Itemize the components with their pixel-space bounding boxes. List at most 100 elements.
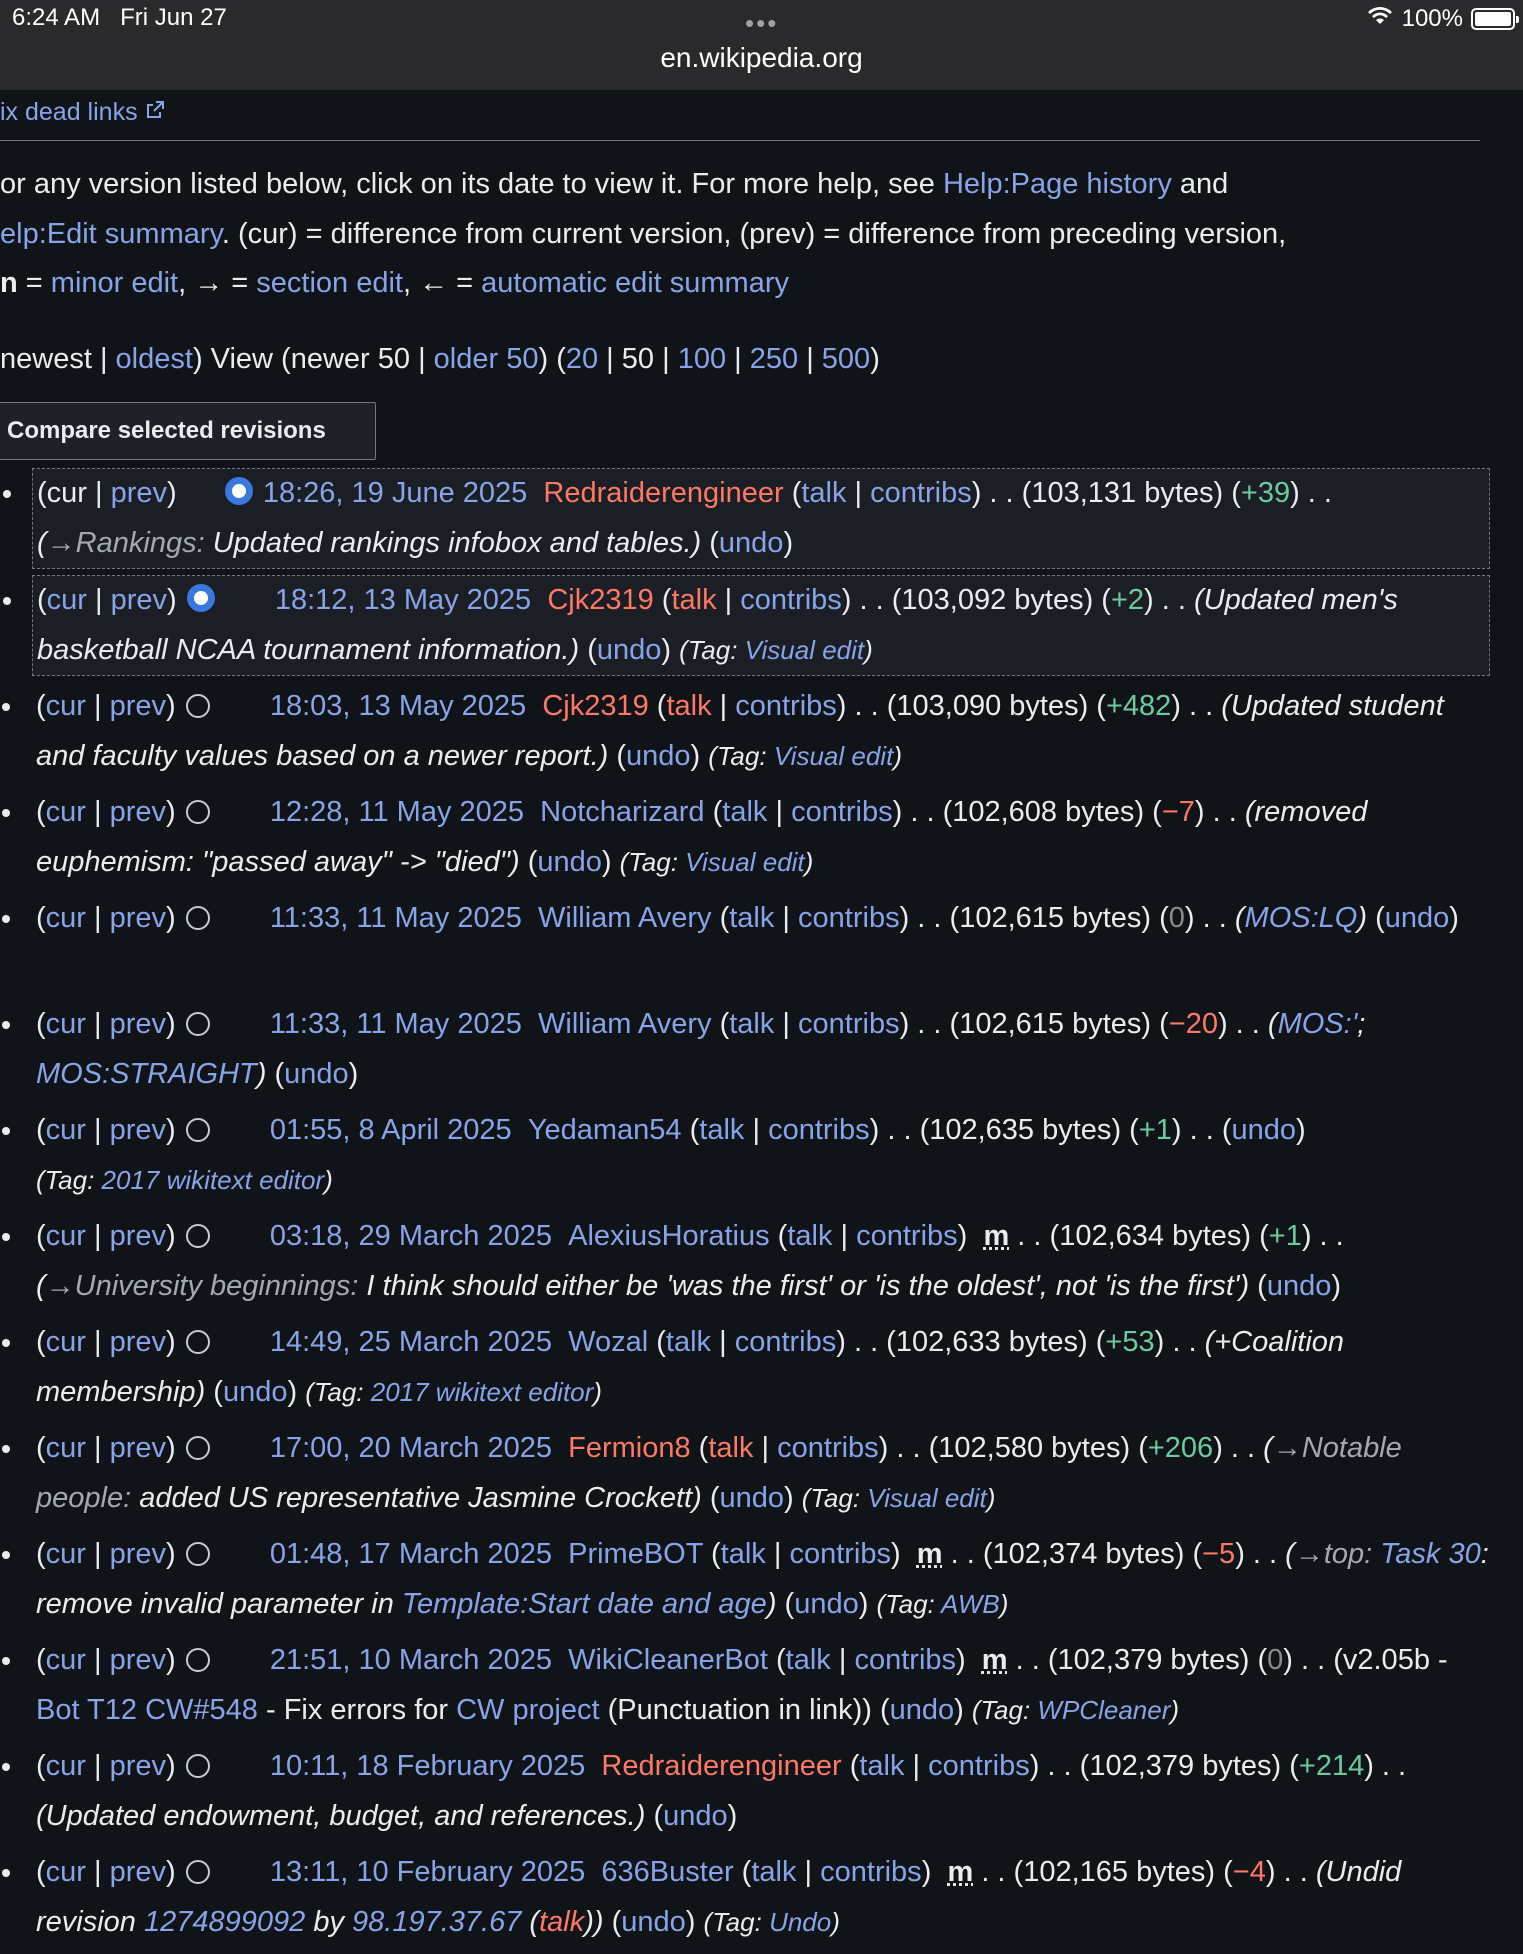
summary-link[interactable]: Bot T12 CW#548 — [36, 1694, 258, 1726]
summary-link[interactable]: MOS:' — [1278, 1008, 1358, 1040]
automatic-edit-summary-link[interactable]: automatic edit summary — [481, 267, 789, 299]
undo-link[interactable]: undo — [663, 1800, 728, 1832]
address-bar[interactable]: en.wikipedia.org — [0, 42, 1523, 74]
cur-link[interactable]: cur — [46, 1750, 86, 1782]
cur-link[interactable]: cur — [46, 1326, 86, 1358]
summary-talk-link[interactable]: talk — [539, 1906, 584, 1938]
prev-link[interactable]: prev — [110, 690, 166, 722]
revision-date-link[interactable]: 21:51, 10 March 2025 — [270, 1644, 552, 1676]
cur-link[interactable]: cur — [46, 690, 86, 722]
user-link[interactable]: WikiCleanerBot — [568, 1644, 768, 1676]
multitasking-dots[interactable]: ••• — [745, 8, 778, 39]
limit-20-link[interactable]: 20 — [566, 343, 598, 375]
summary-link[interactable]: CW project — [456, 1694, 599, 1726]
talk-link[interactable]: talk — [722, 796, 767, 828]
prev-link[interactable]: prev — [111, 477, 167, 509]
prev-link[interactable]: prev — [110, 902, 166, 934]
user-link[interactable]: PrimeBOT — [568, 1538, 703, 1570]
contribs-link[interactable]: contribs — [768, 1114, 870, 1146]
user-link[interactable]: Wozal — [568, 1326, 648, 1358]
compare-radio[interactable] — [186, 584, 215, 612]
undo-link[interactable]: undo — [223, 1376, 288, 1408]
undo-link[interactable]: undo — [1385, 902, 1450, 934]
cur-link[interactable]: cur — [47, 584, 87, 616]
talk-link[interactable]: talk — [666, 1326, 711, 1358]
undo-link[interactable]: undo — [537, 846, 602, 878]
prev-link[interactable]: prev — [110, 1008, 166, 1040]
cur-link[interactable]: cur — [46, 1644, 86, 1676]
compare-radio[interactable] — [185, 1012, 210, 1036]
revision-date-link[interactable]: 03:18, 29 March 2025 — [270, 1220, 552, 1252]
prev-link[interactable]: prev — [110, 1538, 166, 1570]
contribs-link[interactable]: contribs — [740, 584, 842, 616]
user-link[interactable]: Redraiderengineer — [601, 1750, 841, 1782]
contribs-link[interactable]: contribs — [854, 1644, 956, 1676]
compare-radio[interactable] — [185, 1330, 210, 1354]
user-link[interactable]: 636Buster — [601, 1856, 733, 1888]
undo-link[interactable]: undo — [1267, 1270, 1332, 1302]
tag-link[interactable]: Visual edit — [745, 635, 865, 665]
tag-link[interactable]: Visual edit — [685, 847, 805, 877]
revision-date-link[interactable]: 18:26, 19 June 2025 — [263, 477, 527, 509]
older-50-link[interactable]: older 50 — [434, 343, 539, 375]
compare-radio[interactable] — [185, 1648, 210, 1672]
user-link[interactable]: Fermion8 — [568, 1432, 691, 1464]
prev-link[interactable]: prev — [111, 584, 167, 616]
cur-link[interactable]: cur — [46, 1114, 86, 1146]
summary-link[interactable]: MOS:LQ — [1245, 902, 1358, 934]
cur-link[interactable]: cur — [46, 902, 86, 934]
revision-date-link[interactable]: 01:48, 17 March 2025 — [270, 1538, 552, 1570]
compare-radio[interactable] — [185, 1860, 210, 1884]
minor-edit-link[interactable]: minor edit — [51, 267, 178, 299]
talk-link[interactable]: talk — [859, 1750, 904, 1782]
prev-link[interactable]: prev — [110, 1856, 166, 1888]
section-edit-link[interactable]: section edit — [256, 267, 403, 299]
revision-date-link[interactable]: 17:00, 20 March 2025 — [270, 1432, 552, 1464]
compare-radio[interactable] — [185, 694, 210, 718]
undo-link[interactable]: undo — [626, 740, 691, 772]
user-link[interactable]: Cjk2319 — [542, 690, 648, 722]
summary-link[interactable]: Template:Start date and age — [402, 1588, 767, 1620]
oldest-link[interactable]: oldest — [116, 343, 193, 375]
cur-link[interactable]: cur — [46, 1008, 86, 1040]
cur-link[interactable]: cur — [46, 796, 86, 828]
compare-radio[interactable] — [185, 800, 210, 824]
contribs-link[interactable]: contribs — [735, 690, 837, 722]
fix-dead-links-link[interactable]: ix dead links — [0, 90, 165, 134]
cur-link[interactable]: cur — [46, 1432, 86, 1464]
revision-date-link[interactable]: 11:33, 11 May 2025 — [270, 902, 522, 934]
talk-link[interactable]: talk — [787, 1220, 832, 1252]
prev-link[interactable]: prev — [110, 1644, 166, 1676]
contribs-link[interactable]: contribs — [820, 1856, 922, 1888]
undo-link[interactable]: undo — [720, 1482, 785, 1514]
tag-link[interactable]: 2017 wikitext editor — [102, 1165, 325, 1195]
help-page-history-link[interactable]: Help:Page history — [943, 168, 1172, 200]
compare-radio[interactable] — [185, 1542, 210, 1566]
summary-link[interactable]: 98.197.37.67 — [352, 1906, 521, 1938]
limit-100-link[interactable]: 100 — [678, 343, 726, 375]
revision-date-link[interactable]: 11:33, 11 May 2025 — [270, 1008, 522, 1040]
revision-date-link[interactable]: 18:12, 13 May 2025 — [275, 584, 531, 616]
contribs-link[interactable]: contribs — [789, 1538, 891, 1570]
summary-link[interactable]: MOS:STRAIGHT — [36, 1058, 257, 1090]
contribs-link[interactable]: contribs — [798, 902, 900, 934]
revision-date-link[interactable]: 18:03, 13 May 2025 — [270, 690, 526, 722]
cur-link[interactable]: cur — [46, 1856, 86, 1888]
summary-link[interactable]: Task 30 — [1380, 1538, 1481, 1570]
limit-250-link[interactable]: 250 — [750, 343, 798, 375]
user-link[interactable]: Cjk2319 — [547, 584, 653, 616]
contribs-link[interactable]: contribs — [856, 1220, 958, 1252]
summary-link[interactable]: 1274899092 — [144, 1906, 305, 1938]
talk-link[interactable]: talk — [721, 1538, 766, 1570]
undo-link[interactable]: undo — [597, 634, 662, 666]
revision-date-link[interactable]: 14:49, 25 March 2025 — [270, 1326, 552, 1358]
revision-date-link[interactable]: 01:55, 8 April 2025 — [270, 1114, 512, 1146]
contribs-link[interactable]: contribs — [798, 1008, 900, 1040]
contribs-link[interactable]: contribs — [870, 477, 972, 509]
user-link[interactable]: William Avery — [538, 902, 712, 934]
talk-link[interactable]: talk — [708, 1432, 753, 1464]
prev-link[interactable]: prev — [110, 1326, 166, 1358]
limit-500-link[interactable]: 500 — [822, 343, 870, 375]
undo-link[interactable]: undo — [284, 1058, 349, 1090]
tag-link[interactable]: Visual edit — [774, 741, 894, 771]
